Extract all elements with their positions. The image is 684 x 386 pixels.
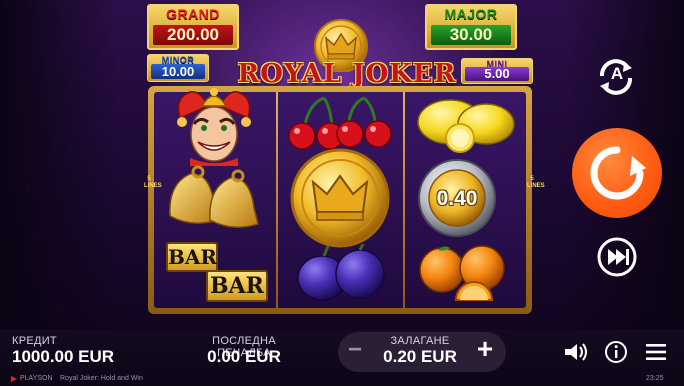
minor-jackpot: MINOR 10.00 bbox=[147, 54, 209, 82]
autoplay-letter: A bbox=[610, 64, 624, 83]
last-win-value: 0.00 EUR bbox=[207, 347, 281, 366]
major-jackpot-value: 30.00 bbox=[431, 25, 511, 45]
major-jackpot-label: MAJOR bbox=[444, 6, 498, 22]
minor-jackpot-value: 10.00 bbox=[151, 64, 205, 79]
lines-label-right: 5 LINES bbox=[527, 176, 545, 189]
golden-bells-icon bbox=[169, 165, 259, 228]
plums-icon bbox=[297, 244, 385, 301]
reel-divider bbox=[403, 92, 405, 308]
decrease-bet-button[interactable]: − bbox=[342, 336, 368, 364]
increase-bet-button[interactable]: + bbox=[472, 334, 498, 364]
brand-name: PLAYSON bbox=[20, 375, 53, 382]
bet-label: ЗАЛАГАНЕ bbox=[390, 335, 450, 347]
major-jackpot: MAJOR 30.00 bbox=[425, 4, 517, 50]
turbo-button-icon[interactable] bbox=[596, 236, 638, 278]
lemons-icon bbox=[417, 99, 515, 153]
mini-jackpot-value: 5.00 bbox=[465, 67, 529, 81]
oranges-icon bbox=[419, 245, 505, 301]
credit-value: 1000.00 EUR bbox=[12, 347, 115, 366]
mini-jackpot: MINI 5.00 bbox=[461, 58, 533, 84]
bar-symbol-top: BAR bbox=[166, 242, 218, 272]
menu-icon[interactable] bbox=[644, 342, 668, 362]
playson-logo-icon bbox=[11, 376, 17, 382]
bar-symbol-bottom: BAR bbox=[206, 270, 268, 302]
grand-jackpot: GRAND 200.00 bbox=[147, 4, 239, 50]
grand-jackpot-value: 200.00 bbox=[153, 25, 233, 45]
sound-icon[interactable] bbox=[563, 341, 589, 363]
info-icon[interactable] bbox=[604, 340, 628, 364]
spin-button[interactable] bbox=[572, 128, 662, 218]
cherries-icon bbox=[288, 96, 392, 150]
bet-value: 0.20 EUR bbox=[383, 347, 457, 366]
crown-coin-icon bbox=[290, 148, 390, 248]
lines-label-left: 5 LINES bbox=[144, 176, 162, 189]
grand-jackpot-label: GRAND bbox=[166, 6, 220, 22]
game-name-footer: Royal Joker: Hold and Win bbox=[60, 375, 143, 382]
spin-icon bbox=[590, 146, 646, 200]
clock: 23:25 bbox=[646, 375, 664, 382]
reel-divider bbox=[276, 92, 278, 308]
credit-label: КРЕДИТ bbox=[12, 335, 57, 347]
coin-value-label: 0.40 bbox=[436, 187, 478, 210]
left-vignette bbox=[0, 0, 120, 330]
joker-symbol-icon bbox=[177, 88, 251, 166]
